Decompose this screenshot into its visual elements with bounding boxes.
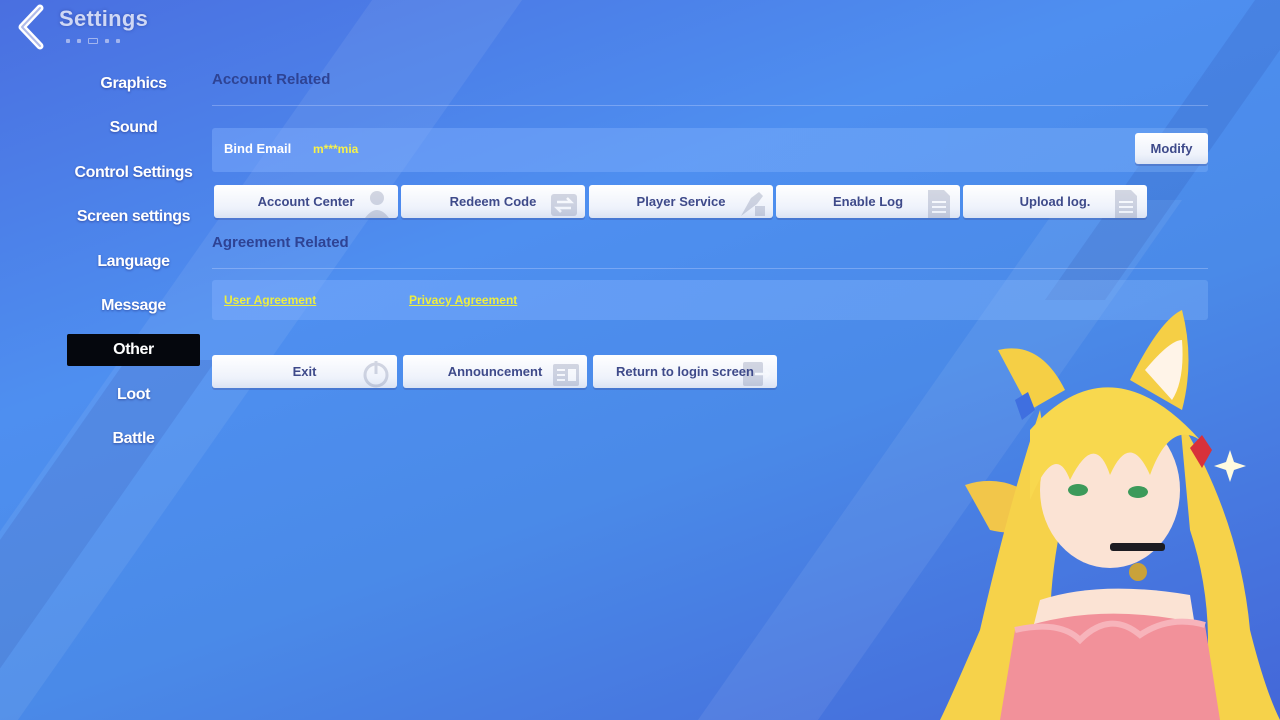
upload-log-label: Upload log.: [1019, 194, 1091, 209]
profile-icon: [365, 191, 389, 218]
support-icon: [741, 192, 765, 216]
sidebar-nav: Graphics Sound Control Settings Screen s…: [67, 68, 200, 468]
player-service-button[interactable]: Player Service: [589, 185, 773, 218]
agreement-section-title: Agreement Related: [212, 234, 349, 251]
back-button[interactable]: [12, 4, 52, 50]
account-section-title: Account Related: [212, 71, 331, 88]
sidebar-item-language[interactable]: Language: [67, 246, 200, 278]
sidebar-item-control-settings[interactable]: Control Settings: [67, 157, 200, 189]
sidebar-item-graphics[interactable]: Graphics: [67, 68, 200, 100]
sidebar-item-battle[interactable]: Battle: [67, 423, 200, 455]
sidebar-item-screen-settings[interactable]: Screen settings: [67, 201, 200, 233]
exchange-icon: [551, 194, 577, 216]
character-illustration: [940, 310, 1280, 720]
exit-label: Exit: [292, 364, 317, 379]
document-icon: [928, 190, 950, 218]
title-decoration: [66, 38, 120, 44]
player-service-label: Player Service: [636, 194, 726, 209]
section-divider: [212, 268, 1208, 269]
account-center-button[interactable]: Account Center: [214, 185, 398, 218]
announcement-label: Announcement: [447, 364, 543, 379]
sidebar-item-loot[interactable]: Loot: [67, 379, 200, 411]
sidebar-item-other[interactable]: Other: [67, 334, 200, 367]
power-icon: [363, 361, 389, 388]
bind-email-panel: [212, 128, 1208, 172]
upload-log-button[interactable]: Upload log.: [963, 185, 1147, 218]
privacy-agreement-link[interactable]: Privacy Agreement: [409, 293, 517, 307]
redeem-code-button[interactable]: Redeem Code: [401, 185, 585, 218]
section-divider: [212, 105, 1208, 106]
enable-log-label: Enable Log: [832, 194, 904, 209]
sidebar-item-sound[interactable]: Sound: [67, 112, 200, 144]
document-icon: [1115, 190, 1137, 218]
announcement-button[interactable]: Announcement: [403, 355, 587, 388]
redeem-code-label: Redeem Code: [449, 194, 537, 209]
account-center-label: Account Center: [257, 194, 355, 209]
modify-button-label: Modify: [1150, 141, 1193, 156]
bind-email-value: m***mia: [313, 142, 359, 156]
enable-log-button[interactable]: Enable Log: [776, 185, 960, 218]
return-to-login-label: Return to login screen: [616, 364, 754, 379]
announcement-icon: [553, 364, 579, 386]
page-title: Settings: [59, 6, 149, 31]
chevron-left-icon: [18, 4, 44, 50]
return-to-login-button[interactable]: Return to login screen: [593, 355, 777, 388]
bind-email-label: Bind Email: [224, 141, 292, 156]
sidebar-item-message[interactable]: Message: [67, 290, 200, 322]
user-agreement-link[interactable]: User Agreement: [224, 293, 316, 307]
exit-button[interactable]: Exit: [212, 355, 397, 388]
modify-email-button[interactable]: Modify: [1135, 133, 1208, 164]
